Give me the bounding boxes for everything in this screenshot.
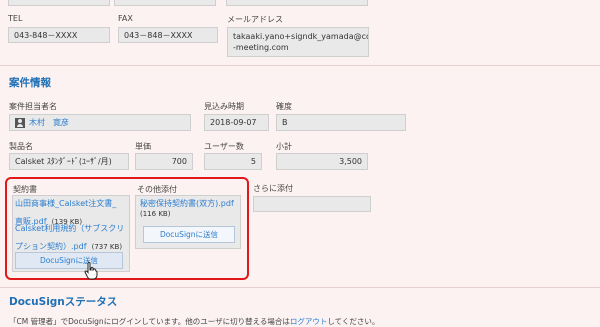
email-line-1: takaaki.yano+signdk_yamada@co [233,32,369,41]
case-section-title: 案件情報 [9,77,51,89]
certainty-label: 確度 [276,102,292,111]
contract-docusign-button[interactable]: DocuSignに送信 [15,252,123,269]
docusign-section-title: DocuSignステータス [9,296,118,308]
contract-file-1-link[interactable]: 山田商事様_Calsket注文書_ [15,198,129,209]
other-file-1: 秘密保持契約書(双方).pdf (116 KB) [140,198,240,220]
docusign-note: 「CM 管理者」でDocuSignにログインしています。他のユーザに切り替える場… [9,316,379,327]
other-file-1-size: (116 KB) [140,210,171,218]
other-docusign-button[interactable]: DocuSignに送信 [143,226,235,243]
email-line-2: -meeting.com [233,43,289,52]
tel-label: TEL [8,14,23,23]
forecast-field[interactable]: 2018-09-07 [204,114,269,131]
certainty-field[interactable]: B [276,114,406,131]
email-field[interactable]: takaaki.yano+signdk_yamada@co -meeting.c… [227,27,369,57]
users-field[interactable]: 5 [204,153,262,170]
owner-field[interactable]: 木村 寛彦 [9,114,191,131]
unit-price-field[interactable]: 700 [135,153,193,170]
more-attach-field[interactable] [253,196,371,212]
unit-price-label: 単価 [135,142,151,151]
users-label: ユーザー数 [204,142,244,151]
top-field-2[interactable] [114,0,216,6]
product-field[interactable]: Calsket ｽﾀﾝﾀﾞｰﾄﾞ(ﾕｰｻﾞ/月) [9,153,129,170]
top-field-3[interactable] [226,0,368,6]
more-attach-label: さらに添付 [253,184,293,193]
owner-link[interactable]: 木村 寛彦 [29,117,69,128]
fax-label: FAX [118,14,133,23]
email-label: メールアドレス [227,15,283,24]
divider-2 [0,287,600,288]
user-icon [15,117,25,128]
contract-file-2-link-2[interactable]: プション契約）.pdf [15,242,87,251]
forecast-label: 見込み時期 [204,102,244,111]
subtotal-label: 小計 [276,142,292,151]
other-file-1-link[interactable]: 秘密保持契約書(双方).pdf [140,198,240,209]
contract-file-2-link[interactable]: Calsket利用規約（サブスクリ [15,223,129,234]
product-label: 製品名 [9,142,33,151]
tel-field[interactable]: 043-848－XXXX [8,27,110,43]
subtotal-field[interactable]: 3,500 [276,153,368,170]
contract-file-2-size: (737 KB) [91,243,123,251]
fax-field[interactable]: 043－848－XXXX [118,27,218,43]
hand-cursor-icon [84,262,98,280]
owner-label: 案件担当者名 [9,102,57,111]
contract-file-2: Calsket利用規約（サブスクリ プション契約）.pdf (737 KB) [15,223,129,253]
contract-label: 契約書 [13,185,37,194]
divider-1 [0,65,600,66]
other-label: その他添付 [137,185,177,194]
top-field-1[interactable] [8,0,110,6]
